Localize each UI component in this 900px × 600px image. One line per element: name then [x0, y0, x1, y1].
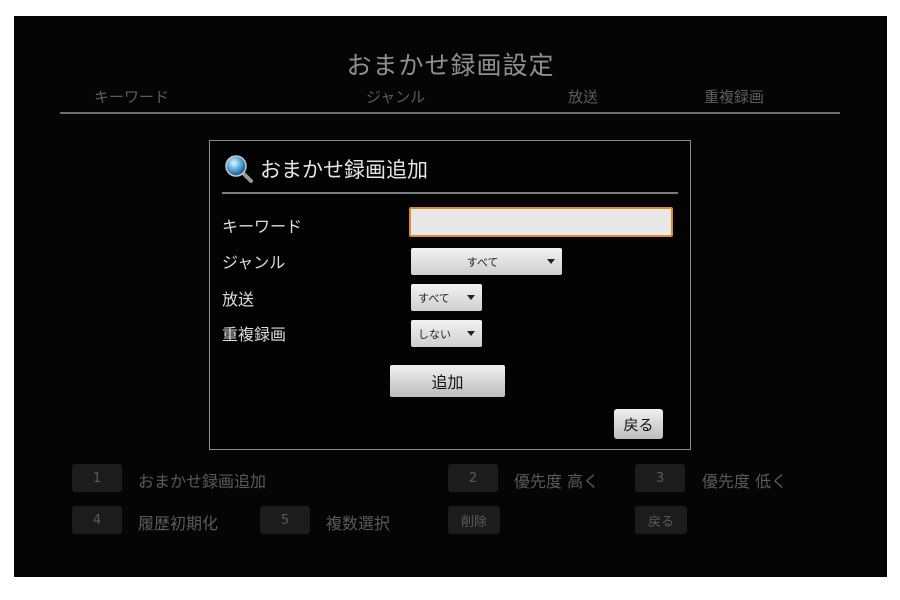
- duplicate-select-value: しない: [418, 327, 451, 341]
- dialog-divider: [222, 192, 678, 194]
- chevron-down-icon: [467, 295, 475, 300]
- key-1-button[interactable]: 1: [72, 464, 122, 492]
- key-3-button[interactable]: 3: [635, 464, 685, 492]
- column-header-genre: ジャンル: [366, 88, 426, 106]
- key-1-label: おまかせ録画追加: [138, 472, 267, 491]
- key-4-button[interactable]: 4: [72, 506, 122, 534]
- page-title: おまかせ録画設定: [346, 51, 555, 80]
- column-header-duplicate: 重複録画: [704, 88, 765, 106]
- add-button[interactable]: 追加: [390, 365, 505, 397]
- duplicate-select[interactable]: しない: [411, 320, 482, 347]
- broadcast-select-value: すべて: [418, 291, 450, 305]
- keyword-label: キーワード: [222, 217, 303, 236]
- chevron-down-icon: [547, 259, 555, 264]
- column-header-broadcast: 放送: [568, 88, 599, 106]
- key-2-label: 優先度 高く: [514, 472, 600, 491]
- dialog-title-bar: おまかせ録画追加: [224, 151, 428, 187]
- key-3-label: 優先度 低く: [702, 472, 788, 491]
- dialog-title: おまかせ録画追加: [260, 158, 428, 182]
- genre-select-value: すべて: [466, 255, 499, 269]
- add-auto-recording-dialog: おまかせ録画追加 キーワード ジャンル すべて 放送 すべて 重複録画 しない …: [209, 140, 691, 450]
- keyword-input[interactable]: [409, 207, 673, 237]
- dialog-back-button[interactable]: 戻る: [614, 409, 663, 439]
- duplicate-label: 重複録画: [222, 325, 287, 344]
- genre-label: ジャンル: [222, 253, 286, 272]
- broadcast-label: 放送: [222, 290, 255, 309]
- search-icon: [225, 155, 253, 183]
- column-header-keyword: キーワード: [94, 88, 170, 106]
- chevron-down-icon: [467, 331, 475, 336]
- genre-select[interactable]: すべて: [411, 248, 562, 275]
- header-divider: [60, 112, 840, 114]
- tv-screen: おまかせ録画設定 キーワード ジャンル 放送 重複録画 おまかせ録画追加 キーワ…: [14, 16, 887, 577]
- key-4-label: 履歴初期化: [138, 514, 219, 533]
- broadcast-select[interactable]: すべて: [411, 284, 482, 311]
- key-5-button[interactable]: 5: [260, 506, 310, 534]
- key-2-button[interactable]: 2: [448, 464, 498, 492]
- key-5-label: 複数選択: [326, 514, 391, 533]
- back-button[interactable]: 戻る: [635, 506, 687, 534]
- delete-button[interactable]: 削除: [448, 506, 500, 534]
